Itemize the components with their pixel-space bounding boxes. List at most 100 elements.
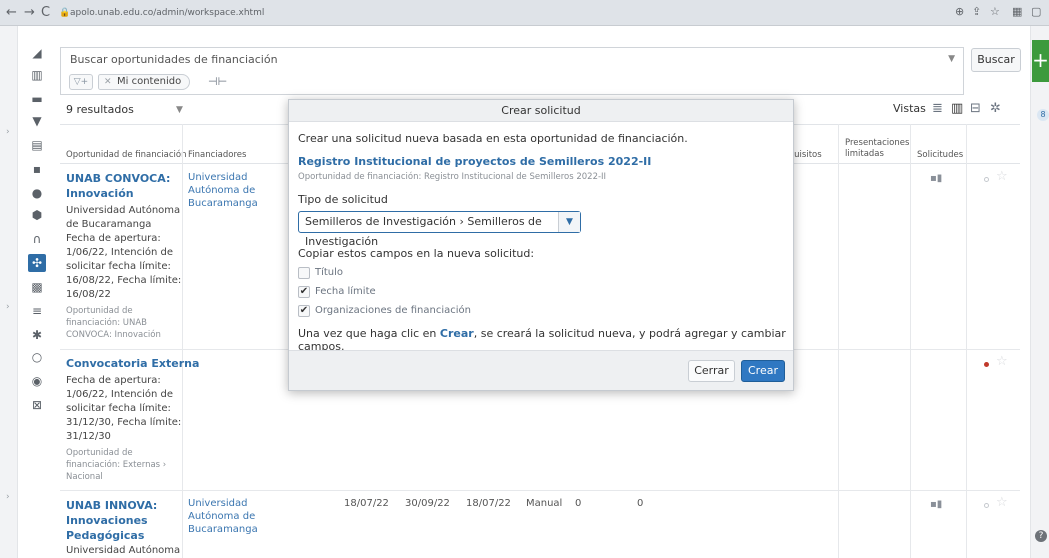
address-bar[interactable]: 🔒 apolo.unab.edu.co/admin/workspace.xhtm…: [58, 4, 938, 22]
deadline-checkbox[interactable]: ✔: [298, 286, 310, 298]
row-title[interactable]: Innovaciones: [66, 513, 148, 528]
funder-link[interactable]: Bucaramanga: [188, 524, 258, 536]
url-text: apolo.unab.edu.co/admin/workspace.xhtml: [70, 8, 265, 18]
right-gutter: [1030, 26, 1049, 558]
status-dot: [984, 362, 989, 367]
column-divider: [182, 124, 183, 558]
chevron-right-icon[interactable]: ›: [6, 492, 10, 502]
list-icon[interactable]: ≡: [28, 302, 46, 320]
column-header[interactable]: Presentaciones limitadas: [845, 138, 909, 160]
chevron-down-icon[interactable]: ▼: [176, 105, 183, 115]
column-divider: [838, 124, 839, 558]
deadline: 18/07/22: [466, 498, 511, 509]
column-header[interactable]: Financiadores: [188, 150, 246, 160]
add-icon[interactable]: +: [1032, 40, 1049, 82]
row-meta: Nacional: [66, 472, 103, 482]
window-icon[interactable]: ▢: [1031, 5, 1041, 18]
row-title[interactable]: Pedagógicas: [66, 528, 144, 543]
funder-link[interactable]: Autónoma de: [188, 511, 255, 523]
zoom-icon[interactable]: ⊕: [955, 5, 964, 18]
report-icon[interactable]: ⊠: [28, 396, 46, 414]
opportunity-title[interactable]: Registro Institucional de proyectos de S…: [298, 155, 651, 168]
column-header[interactable]: Oportunidad de financiación: [66, 150, 186, 160]
extensions-icon[interactable]: ▦: [1012, 5, 1022, 18]
funder-link[interactable]: Bucaramanga: [188, 198, 258, 210]
bookmark-star-icon[interactable]: ☆: [990, 5, 1000, 18]
calendar-icon[interactable]: ▤: [28, 136, 46, 154]
search-button[interactable]: Buscar: [971, 48, 1021, 72]
row-title[interactable]: Innovación: [66, 186, 134, 201]
create-button[interactable]: Crear: [741, 360, 785, 382]
forward-icon[interactable]: →: [24, 5, 35, 20]
applications-icon[interactable]: ▪▮: [930, 173, 942, 184]
filter-row: ▽+ ✕ Mi contenido ⊣⊢: [60, 71, 964, 95]
type-label: Tipo de solicitud: [298, 193, 388, 206]
row-text: 31/12/30: [66, 431, 111, 442]
row-text: 16/08/22: [66, 289, 111, 300]
funding-orgs-checkbox[interactable]: ✔: [298, 305, 310, 317]
search-input[interactable]: Buscar oportunidades de financiación ▼: [60, 47, 964, 71]
ring-icon[interactable]: ○: [28, 348, 46, 366]
funder-link[interactable]: Universidad: [188, 172, 247, 184]
help-icon[interactable]: ?: [1035, 530, 1047, 542]
pin-icon[interactable]: ⊣⊢: [208, 75, 227, 88]
add-filter-icon[interactable]: ▽+: [69, 74, 93, 90]
star-icon[interactable]: ☆: [996, 354, 1008, 369]
gear-icon[interactable]: ✲: [990, 101, 1001, 116]
chevron-right-icon[interactable]: ›: [6, 302, 10, 312]
row-text: de Bucaramanga: [66, 219, 152, 230]
row-meta: CONVOCA: Innovación: [66, 330, 161, 340]
checkbox-label: Fecha límite: [315, 286, 376, 297]
opportunity-subtitle: Oportunidad de financiación: Registro In…: [298, 172, 607, 182]
funder-link[interactable]: Universidad: [188, 498, 247, 510]
reload-icon[interactable]: C: [41, 5, 50, 20]
book-icon[interactable]: ▥: [28, 66, 46, 84]
funding-icon[interactable]: ✣: [28, 254, 46, 272]
split-view-icon[interactable]: ⊟: [970, 101, 981, 116]
row-title[interactable]: UNAB CONVOCA:: [66, 171, 170, 186]
money-bag-icon[interactable]: ●: [28, 184, 46, 202]
close-button[interactable]: Cerrar: [688, 360, 735, 382]
list-view-icon[interactable]: ≣: [932, 101, 943, 116]
shield-icon[interactable]: ⬢: [28, 206, 46, 224]
chevron-down-icon[interactable]: ▼: [948, 54, 955, 64]
chevron-right-icon[interactable]: ›: [6, 127, 10, 137]
lock-icon: 🔒: [59, 8, 71, 18]
row-title[interactable]: Convocatoria Externa: [66, 356, 199, 371]
funder-link[interactable]: Autónoma de: [188, 185, 255, 197]
note-text: Una vez que haga clic en: [298, 327, 440, 340]
share-icon[interactable]: ⇪: [972, 5, 981, 18]
home-icon[interactable]: ◢: [28, 44, 46, 62]
row-title[interactable]: UNAB INNOVA:: [66, 498, 157, 513]
intent-deadline: 30/09/22: [405, 498, 450, 509]
trophy-icon[interactable]: ▼: [28, 112, 46, 130]
chart-icon[interactable]: ▪: [28, 160, 46, 178]
globe-icon[interactable]: ◉: [28, 372, 46, 390]
image-icon[interactable]: ▩: [28, 278, 46, 296]
row-text: solicitar fecha límite:: [66, 403, 171, 414]
chevron-down-icon[interactable]: ▼: [558, 212, 580, 232]
notification-badge[interactable]: 8: [1037, 109, 1049, 121]
back-icon[interactable]: ←: [6, 5, 17, 20]
views-label: Vistas: [893, 102, 926, 115]
star-icon[interactable]: ☆: [996, 169, 1008, 184]
filter-chip[interactable]: ✕ Mi contenido: [98, 74, 191, 90]
row-text: 31/12/30, Fecha límite:: [66, 417, 182, 428]
pin-icon[interactable]: ✱: [28, 326, 46, 344]
briefcase-icon[interactable]: ▬: [28, 90, 46, 108]
row-text: solicitar fecha límite:: [66, 261, 171, 272]
star-icon[interactable]: ☆: [996, 495, 1008, 510]
status-dot: [984, 177, 989, 182]
title-checkbox[interactable]: [298, 267, 310, 279]
create-application-dialog: Crear solicitud Crear una solicitud nuev…: [288, 99, 794, 391]
column-divider: [910, 124, 911, 558]
column-header[interactable]: Solicitudes: [917, 150, 963, 160]
applications-icon[interactable]: ▪▮: [930, 499, 942, 510]
headset-icon[interactable]: ∩: [28, 230, 46, 248]
column-view-icon[interactable]: ▥: [951, 101, 963, 116]
close-icon[interactable]: ✕: [104, 75, 112, 89]
checkbox-label: Organizaciones de financiación: [315, 305, 471, 316]
count-value: 0: [575, 498, 582, 509]
type-select[interactable]: Semilleros de Investigación › Semilleros…: [298, 211, 581, 248]
type-select-value: Semilleros de Investigación › Semilleros…: [305, 215, 542, 248]
